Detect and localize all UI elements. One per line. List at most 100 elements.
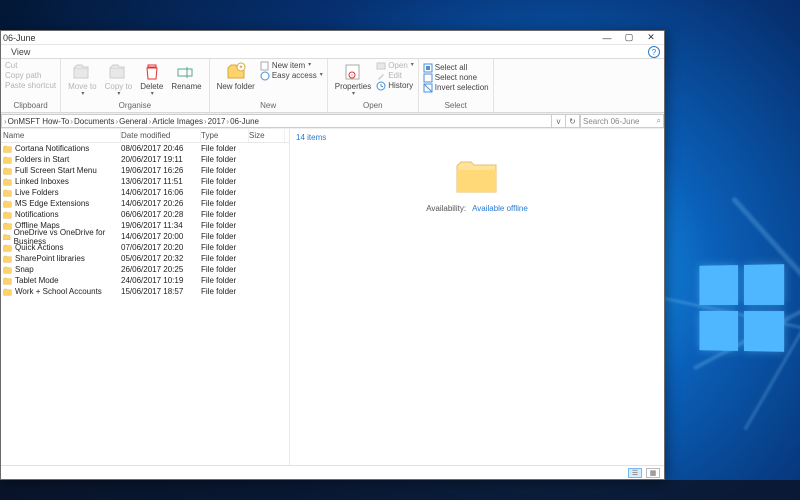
close-button[interactable]: ✕ xyxy=(640,32,662,44)
table-row[interactable]: Quick Actions07/06/2017 20:20File folder xyxy=(1,242,289,253)
ribbon-group-open: Properties▾ Open▾ Edit History xyxy=(328,59,419,112)
properties-button[interactable]: Properties▾ xyxy=(332,61,374,99)
crumb-3[interactable]: Article Images xyxy=(152,117,203,126)
new-folder-button[interactable]: ✦ New folder xyxy=(214,61,258,92)
row-date: 14/06/2017 20:00 xyxy=(121,232,201,241)
table-row[interactable]: Work + School Accounts15/06/2017 18:57Fi… xyxy=(1,286,289,297)
row-date: 26/06/2017 20:25 xyxy=(121,265,201,274)
row-date: 06/06/2017 20:28 xyxy=(121,210,201,219)
row-date: 24/06/2017 10:19 xyxy=(121,276,201,285)
table-row[interactable]: Folders in Start20/06/2017 19:11File fol… xyxy=(1,154,289,165)
crumb-5[interactable]: 06-June xyxy=(230,117,259,126)
select-none-item[interactable]: Select none xyxy=(423,73,489,83)
rename-icon xyxy=(176,62,196,82)
table-row[interactable]: Tablet Mode 24/06/2017 10:19File folder xyxy=(1,275,289,286)
crumb-1[interactable]: Documents xyxy=(74,117,114,126)
tab-view[interactable]: View xyxy=(3,46,38,58)
availability-value: Available offline xyxy=(472,204,528,213)
help-icon[interactable]: ? xyxy=(648,46,660,58)
maximize-button[interactable]: ▢ xyxy=(618,32,640,44)
table-row[interactable]: Snap26/06/2017 20:25File folder xyxy=(1,264,289,275)
history-icon xyxy=(376,81,386,91)
search-placeholder: Search 06-June xyxy=(583,117,639,126)
row-type: File folder xyxy=(201,144,249,153)
table-row[interactable]: Cortana Notifications 08/06/2017 20:46Fil… xyxy=(1,143,289,154)
address-dropdown[interactable]: v xyxy=(552,114,566,128)
breadcrumb[interactable]: › OnMSFT How-To › Documents › General › … xyxy=(1,114,552,128)
availability-row: Availability: Available offline xyxy=(426,204,528,213)
row-date: 19/06/2017 16:26 xyxy=(121,166,201,175)
refresh-button[interactable]: ↻ xyxy=(566,114,580,128)
table-row[interactable]: OneDrive vs OneDrive for Business14/06/2… xyxy=(1,231,289,242)
windows-logo xyxy=(699,264,784,352)
row-date: 14/06/2017 16:06 xyxy=(121,188,201,197)
clipboard-group-label: Clipboard xyxy=(13,101,47,110)
thumbnails-view-button[interactable]: ▦ xyxy=(646,468,660,478)
row-name: SharePoint libraries xyxy=(15,254,85,263)
row-name: Snap xyxy=(15,265,34,274)
rename-button[interactable]: Rename xyxy=(168,61,204,92)
col-name[interactable]: Name xyxy=(1,129,121,142)
folder-large-icon xyxy=(454,158,500,196)
crumb-0[interactable]: OnMSFT How-To xyxy=(8,117,70,126)
new-group-label: New xyxy=(260,101,276,110)
column-headers[interactable]: Name Date modified Type Size xyxy=(1,129,289,143)
col-type[interactable]: Type xyxy=(201,129,249,142)
item-count: 14 items xyxy=(296,133,326,142)
new-item-button[interactable]: New item▾ xyxy=(260,61,323,71)
easy-access-button[interactable]: Easy access▾ xyxy=(260,71,323,81)
table-row[interactable]: SharePoint libraries05/06/2017 20:32File… xyxy=(1,253,289,264)
status-bar: ☰ ▦ xyxy=(1,465,664,479)
table-row[interactable]: Linked Inboxes13/06/2017 11:51File folde… xyxy=(1,176,289,187)
select-all-item[interactable]: Select all xyxy=(423,63,489,73)
select-group-label: Select xyxy=(445,101,467,110)
explorer-window: 06-June — ▢ ✕ View ? Cut Copy path Paste… xyxy=(0,30,665,480)
row-name: Folders in Start xyxy=(15,155,69,164)
row-type: File folder xyxy=(201,221,249,230)
move-to-icon xyxy=(72,62,92,82)
select-all-icon xyxy=(423,63,433,73)
copy-to-button: Copy to▾ xyxy=(102,61,136,99)
row-type: File folder xyxy=(201,199,249,208)
table-row[interactable]: Live Folders14/06/2017 16:06File folder xyxy=(1,187,289,198)
copy-path-item: Copy path xyxy=(5,71,56,81)
search-input[interactable]: Search 06-June ⌕ xyxy=(580,114,664,128)
availability-label: Availability: xyxy=(426,204,466,213)
row-type: File folder xyxy=(201,287,249,296)
row-type: File folder xyxy=(201,276,249,285)
row-name: Live Folders xyxy=(15,188,59,197)
cut-item: Cut xyxy=(5,61,56,71)
col-size[interactable]: Size xyxy=(249,129,285,142)
row-date: 15/06/2017 18:57 xyxy=(121,287,201,296)
table-row[interactable]: Notifications06/06/2017 20:28File folder xyxy=(1,209,289,220)
open-icon xyxy=(376,61,386,71)
row-name: Cortana Notifications xyxy=(15,144,89,153)
search-icon: ⌕ xyxy=(657,116,661,126)
row-name: Full Screen Start Menu xyxy=(15,166,97,175)
taskbar[interactable] xyxy=(0,480,800,500)
title-bar[interactable]: 06-June — ▢ ✕ xyxy=(1,31,664,45)
details-view-button[interactable]: ☰ xyxy=(628,468,642,478)
col-date[interactable]: Date modified xyxy=(121,129,201,142)
open-group-label: Open xyxy=(363,101,383,110)
row-name: Tablet Mode xyxy=(15,276,59,285)
table-row[interactable]: Full Screen Start Menu19/06/2017 16:26Fi… xyxy=(1,165,289,176)
row-date: 08/06/2017 20:46 xyxy=(121,144,201,153)
row-name: Notifications xyxy=(15,210,59,219)
crumb-2[interactable]: General xyxy=(119,117,147,126)
svg-text:✦: ✦ xyxy=(238,64,243,71)
history-item[interactable]: History xyxy=(376,81,414,91)
crumb-4[interactable]: 2017 xyxy=(208,117,226,126)
table-row[interactable]: MS Edge Extensions14/06/2017 20:26File f… xyxy=(1,198,289,209)
open-item: Open▾ xyxy=(376,61,414,71)
delete-button[interactable]: Delete▾ xyxy=(137,61,166,99)
row-date: 07/06/2017 20:20 xyxy=(121,243,201,252)
new-item-icon xyxy=(260,61,270,71)
row-type: File folder xyxy=(201,177,249,186)
ribbon-group-organise: Move to▾ Copy to▾ Delete▾ Rename Organis… xyxy=(61,59,209,112)
invert-selection-item[interactable]: Invert selection xyxy=(423,83,489,93)
ribbon-group-new: ✦ New folder New item▾ Easy access▾ New xyxy=(210,59,328,112)
minimize-button[interactable]: — xyxy=(596,32,618,44)
address-bar: › OnMSFT How-To › Documents › General › … xyxy=(1,113,664,129)
organise-group-label: Organise xyxy=(119,101,151,110)
